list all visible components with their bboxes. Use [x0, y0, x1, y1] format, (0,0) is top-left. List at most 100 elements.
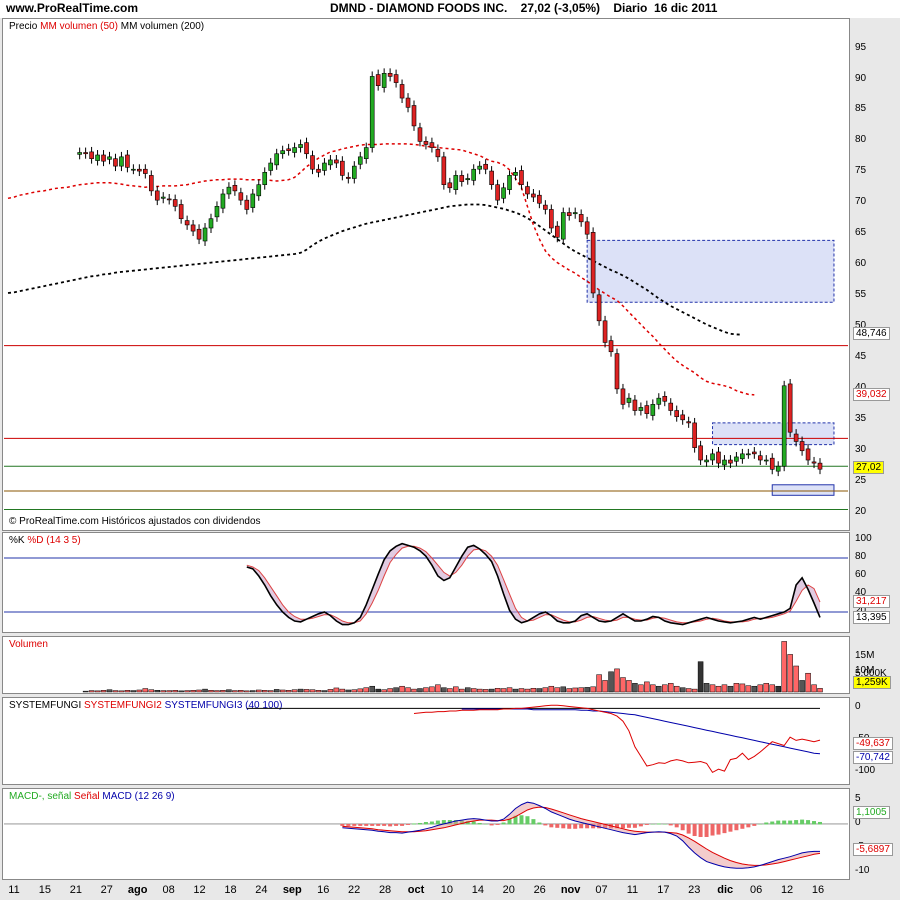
- volume-bar: [673, 685, 680, 693]
- macd-hist-bar: [435, 820, 440, 825]
- volume-bar: [381, 689, 387, 693]
- volume-bar: [285, 690, 292, 693]
- volume-bar: [482, 689, 489, 693]
- macd-hist-bar: [364, 823, 369, 826]
- candle-up: [722, 459, 727, 466]
- volume-bar: [739, 683, 746, 693]
- candle-down: [244, 199, 250, 210]
- macd-hist-bar: [406, 823, 411, 825]
- volume-bar: [811, 684, 817, 693]
- candle-down: [698, 445, 703, 461]
- volume-bar: [267, 690, 274, 693]
- macd-hist-bar: [686, 823, 691, 834]
- macd-hist-bar: [525, 816, 530, 825]
- volume-bar: [608, 671, 614, 693]
- candle-up: [107, 156, 112, 160]
- volume-bar: [214, 690, 220, 693]
- volume-bar: [118, 690, 125, 693]
- candle-up: [775, 465, 781, 472]
- system-tick: 0: [855, 701, 861, 713]
- candle-down: [584, 221, 590, 235]
- candle-up: [160, 196, 166, 199]
- x-tick-label: 11: [626, 884, 639, 896]
- candle-up: [656, 397, 662, 405]
- macd-hist-bar: [531, 819, 536, 825]
- candle-down: [429, 142, 435, 148]
- volume-bar: [518, 688, 525, 693]
- volume-bar: [100, 690, 107, 693]
- volume-bar: [745, 685, 752, 693]
- volume-bar: [679, 687, 686, 693]
- macd-hist-bar: [746, 823, 751, 828]
- x-tick-label: 26: [533, 884, 546, 896]
- volume-bar: [190, 690, 196, 693]
- volume-bar: [303, 689, 310, 693]
- volume-bar: [411, 688, 417, 693]
- macd-hist-bar: [423, 822, 428, 825]
- macd-hist-bar: [620, 823, 625, 829]
- volume-bar: [244, 690, 250, 693]
- x-tick-label: 07: [595, 884, 608, 896]
- price-tick: 90: [855, 72, 867, 84]
- candle-down: [537, 194, 542, 204]
- candle-down: [387, 73, 393, 77]
- price-tick: 80: [855, 134, 867, 146]
- price-tick: 85: [855, 103, 867, 115]
- volume-bar: [82, 690, 89, 693]
- macd-hist-bar: [788, 820, 793, 825]
- volume-bar: [435, 684, 441, 693]
- candle-up: [208, 218, 214, 229]
- volume-bar: [339, 688, 346, 693]
- candle-up: [262, 172, 268, 185]
- volume-bar: [685, 688, 692, 693]
- price-tick: 70: [855, 196, 867, 208]
- candle-up: [95, 154, 100, 161]
- candle-up: [119, 156, 124, 167]
- candle-down: [411, 105, 417, 127]
- price-tick: 30: [855, 443, 867, 455]
- x-tick-label: ago: [127, 884, 148, 896]
- macd-hist-bar: [734, 823, 739, 831]
- volume-bar: [399, 685, 405, 693]
- x-tick-label: 28: [378, 884, 392, 896]
- chart-plots: [4, 68, 848, 869]
- volume-bar: [626, 680, 632, 693]
- volume-bar: [166, 690, 172, 693]
- candle-up: [781, 385, 787, 467]
- price-tick: 25: [855, 474, 867, 486]
- candle-down: [489, 170, 494, 185]
- macd-hist-bar: [698, 823, 703, 837]
- candle-down: [316, 168, 321, 173]
- candle-down: [101, 154, 106, 162]
- volume-bar: [315, 690, 322, 693]
- candle-down: [459, 175, 465, 182]
- candle-down: [728, 459, 733, 464]
- candle-up: [256, 184, 262, 197]
- candle-down: [578, 214, 584, 223]
- volume-bar: [464, 687, 471, 693]
- macd-hist-bar: [674, 823, 679, 828]
- stoch-tick: 60: [855, 569, 867, 580]
- volume-bar: [220, 690, 226, 693]
- macd-hist-bar: [818, 821, 822, 825]
- volume-bar: [769, 684, 775, 693]
- x-tick-label: 11: [8, 884, 20, 896]
- volume-bar: [309, 689, 316, 693]
- candle-down: [632, 399, 638, 411]
- volume-bar: [524, 688, 531, 693]
- candle-up: [280, 150, 285, 155]
- candle-down: [608, 340, 614, 353]
- volume-bar: [441, 687, 447, 693]
- x-tick-label: 17: [657, 884, 670, 896]
- volume-bar: [632, 683, 638, 693]
- volume-bar: [375, 688, 381, 693]
- volume-bar: [602, 680, 608, 693]
- candle-down: [137, 168, 142, 172]
- volume-bar: [447, 688, 453, 693]
- price-tick: 75: [855, 165, 867, 177]
- candle-up: [471, 168, 477, 181]
- candle-down: [620, 388, 626, 405]
- volume-bar: [775, 685, 781, 693]
- volume-bar: [405, 687, 411, 693]
- candle-down: [310, 155, 315, 170]
